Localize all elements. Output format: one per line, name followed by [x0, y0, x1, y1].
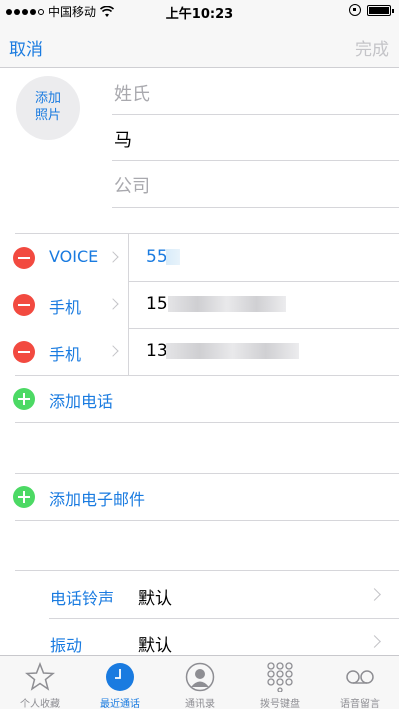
- tab-keypad[interactable]: 拨号键盘: [240, 656, 320, 709]
- tab-recents[interactable]: 最近通话: [80, 656, 160, 709]
- add-photo-label: 添加 照片: [34, 91, 61, 123]
- divider: [112, 207, 399, 208]
- divider: [15, 375, 399, 376]
- tab-voicemail[interactable]: 语音留言: [320, 656, 399, 709]
- divider: [112, 160, 399, 161]
- vibration-value: 默认: [138, 636, 172, 656]
- chevron-right-icon: [107, 251, 119, 263]
- tab-label: 拨号键盘: [260, 699, 300, 709]
- tab-label: 个人收藏: [20, 699, 60, 709]
- divider: [128, 281, 399, 282]
- star-icon: [25, 662, 55, 691]
- redacted-text: [166, 343, 299, 359]
- phone-label[interactable]: 手机: [49, 341, 81, 365]
- phone-label[interactable]: VOICE: [49, 247, 98, 266]
- divider: [15, 570, 399, 571]
- status-bar: 中国移动 上午10:23: [0, 0, 399, 22]
- chevron-right-icon: [107, 298, 119, 310]
- chevron-right-icon: [368, 588, 381, 601]
- tab-label: 最近通话: [100, 699, 140, 709]
- phone-label[interactable]: 手机: [49, 294, 81, 318]
- add-phone-icon[interactable]: [13, 388, 35, 410]
- add-email-icon[interactable]: [13, 486, 35, 508]
- delete-phone-button[interactable]: [13, 341, 35, 363]
- first-name-field[interactable]: 马: [114, 126, 132, 152]
- rotation-lock-icon: [349, 4, 361, 16]
- done-button[interactable]: 完成: [355, 35, 389, 60]
- status-time: 上午10:23: [165, 7, 234, 22]
- divider: [15, 422, 399, 423]
- phone-value[interactable]: 13: [146, 341, 168, 361]
- divider: [128, 234, 129, 281]
- vibration-label: 振动: [50, 636, 83, 655]
- battery-icon: [367, 4, 394, 16]
- phone-value[interactable]: 55: [146, 247, 168, 267]
- tab-favorites[interactable]: 个人收藏: [0, 656, 80, 709]
- ringtone-label: 电话铃声: [50, 589, 115, 608]
- status-right: [349, 4, 394, 16]
- tab-bar: 个人收藏 最近通话 通讯录 拨号键盘 语音留言: [0, 655, 399, 709]
- divider: [15, 233, 399, 234]
- chevron-right-icon: [368, 635, 381, 648]
- keypad-icon: [267, 662, 293, 692]
- add-email-label[interactable]: 添加电子邮件: [49, 486, 145, 510]
- clock-icon: [106, 663, 134, 691]
- voicemail-icon: [346, 670, 374, 684]
- last-name-field[interactable]: 姓氏: [114, 80, 150, 106]
- divider: [49, 618, 399, 619]
- divider: [128, 329, 129, 376]
- chevron-right-icon: [107, 345, 119, 357]
- ringtone-value: 默认: [138, 589, 172, 609]
- contacts-icon: [185, 662, 215, 692]
- delete-phone-button[interactable]: [13, 247, 35, 269]
- phone-value[interactable]: 15: [146, 294, 168, 314]
- add-phone-label[interactable]: 添加电话: [49, 388, 113, 412]
- redacted-text: [168, 296, 286, 312]
- divider: [128, 282, 129, 329]
- divider: [128, 328, 399, 329]
- divider: [15, 473, 399, 474]
- screen: 中国移动 上午10:23 取消 完成 添加 照片 姓氏 马 公司 VOICE 55: [0, 0, 399, 709]
- tab-contacts[interactable]: 通讯录: [160, 656, 240, 709]
- cancel-button[interactable]: 取消: [9, 35, 43, 60]
- nav-bar: 取消 完成: [0, 22, 399, 68]
- divider: [112, 114, 399, 115]
- company-field[interactable]: 公司: [114, 172, 150, 198]
- delete-phone-button[interactable]: [13, 294, 35, 316]
- divider: [15, 520, 399, 521]
- add-photo-button[interactable]: 添加 照片: [16, 76, 80, 140]
- tab-label: 语音留言: [340, 699, 380, 709]
- redacted-text: [166, 249, 180, 265]
- tab-label: 通讯录: [185, 699, 215, 709]
